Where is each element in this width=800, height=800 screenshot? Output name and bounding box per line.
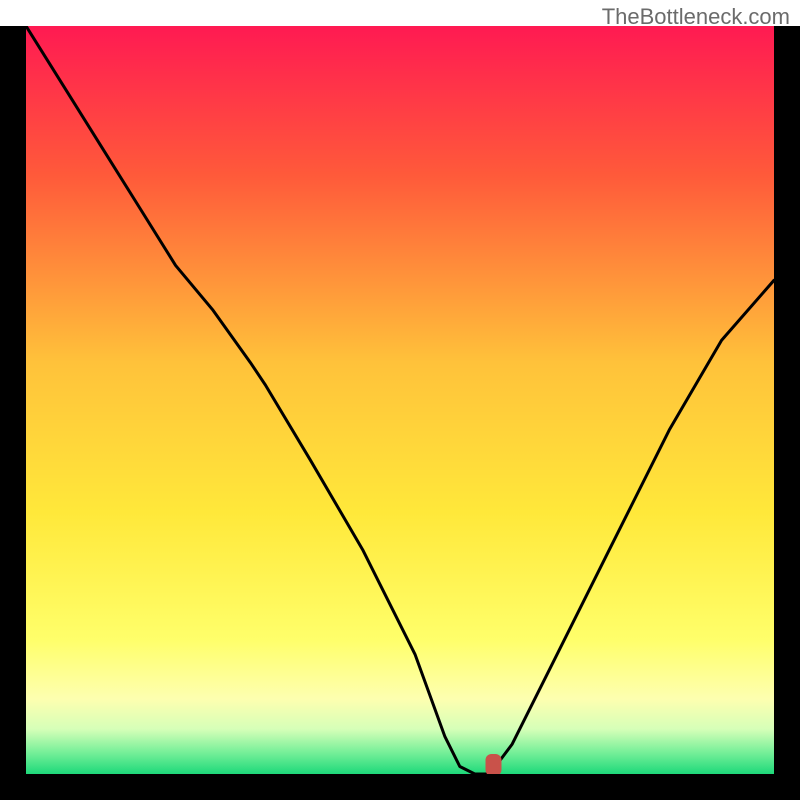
watermark-text: TheBottleneck.com — [602, 4, 790, 30]
bottleneck-chart — [26, 26, 774, 774]
optimal-point-marker — [486, 754, 502, 774]
plot-area — [26, 26, 774, 774]
chart-frame — [0, 26, 800, 800]
gradient-background — [26, 26, 774, 774]
